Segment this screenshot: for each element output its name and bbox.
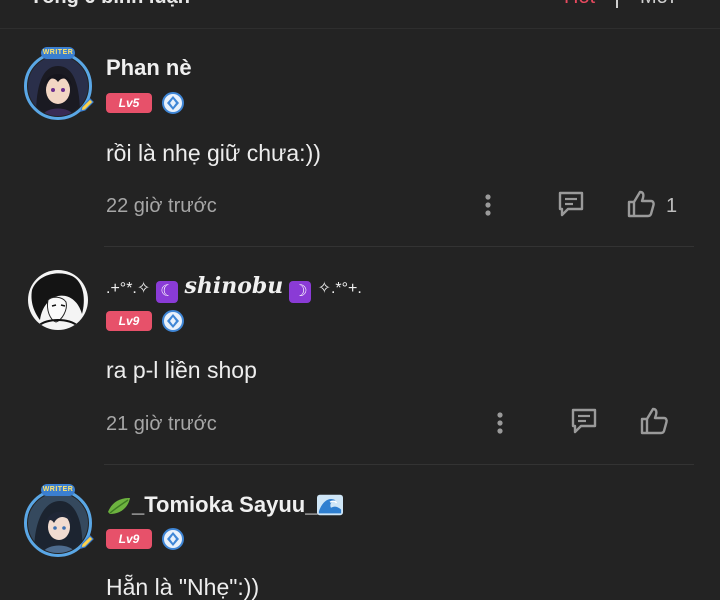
comment-username[interactable]: Phan nè	[106, 55, 192, 81]
avatar[interactable]: WRITER	[24, 484, 94, 557]
username-text: _Tomioka Sayuu_	[132, 492, 318, 517]
comment-username[interactable]: _Tomioka Sayuu_	[106, 492, 344, 518]
wave-emoji-icon	[317, 494, 344, 516]
reply-message-icon[interactable]	[569, 406, 599, 436]
comments-page: Tổng 6 bình luận Hot Mới WRITER	[0, 0, 720, 600]
level-badge: Lv9	[106, 311, 152, 331]
avatar[interactable]	[24, 266, 92, 334]
comment-divider	[104, 464, 694, 465]
username-suffix: ✧.*°+.	[317, 280, 362, 297]
pencil-icon	[80, 98, 94, 112]
writer-tag: WRITER	[41, 484, 75, 496]
thumbs-up-icon[interactable]	[626, 189, 656, 219]
comments-header: Tổng 6 bình luận Hot Mới	[0, 0, 720, 29]
thumbs-up-icon[interactable]	[639, 406, 669, 436]
reply-message-icon[interactable]	[556, 189, 586, 219]
username-prefix: .+°*.✧	[106, 280, 151, 297]
username-main: shinobu	[184, 273, 284, 299]
comment-time: 21 giờ trước	[106, 413, 217, 435]
diamond-rank-icon	[162, 92, 184, 114]
moon-right-icon: ☽	[289, 281, 312, 303]
more-vertical-icon[interactable]	[473, 190, 503, 220]
comment-divider	[104, 246, 694, 247]
like-count: 1	[666, 195, 678, 217]
more-vertical-icon[interactable]	[485, 408, 515, 438]
avatar-image	[28, 270, 88, 330]
level-badge: Lv9	[106, 529, 152, 549]
comment-text: ra p-l liền shop	[106, 357, 257, 383]
comment-time: 22 giờ trước	[106, 195, 217, 217]
pencil-icon	[80, 535, 94, 549]
sort-new-tab[interactable]: Mới	[640, 0, 674, 9]
leaf-emoji-icon	[108, 498, 130, 514]
level-badge: Lv5	[106, 93, 152, 113]
avatar[interactable]: WRITER	[24, 47, 94, 120]
comment-username[interactable]: .+°*.✧ ☾ shinobu ☽ ✧.*°+.	[106, 273, 362, 303]
comment-text: Hẵn là "Nhẹ":))	[106, 574, 260, 600]
diamond-rank-icon	[162, 310, 184, 332]
writer-tag: WRITER	[41, 47, 75, 59]
diamond-rank-icon	[162, 528, 184, 550]
sort-hot-tab[interactable]: Hot	[564, 0, 595, 9]
sort-divider	[616, 0, 618, 8]
comment-count: Tổng 6 bình luận	[30, 0, 190, 9]
moon-left-icon: ☾	[156, 281, 179, 303]
comment-text: rồi là nhẹ giữ chưa:))	[106, 140, 321, 166]
